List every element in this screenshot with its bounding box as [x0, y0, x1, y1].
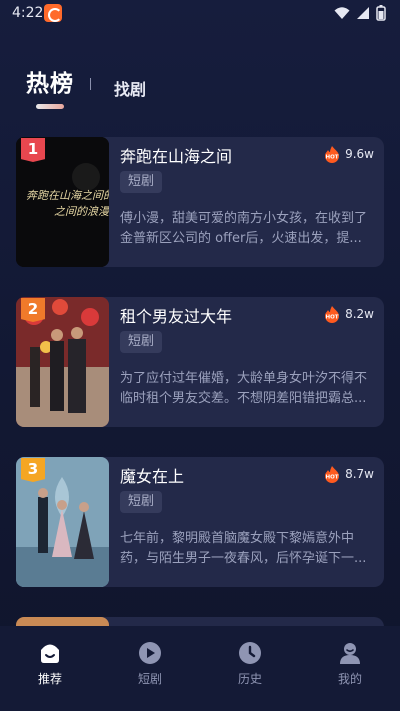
drama-card-1[interactable]: 奔跑在山海之间的浪漫 之间的浪漫 1 奔跑在山海之间 HOT 9.6w 短剧 傅… [16, 137, 384, 267]
status-time: 4:22 [12, 5, 44, 21]
screen: 4:22 热榜 找剧 奔跑在山海之间 之间的浪漫 1 奔跑在山海之间 HOT 9… [0, 0, 400, 711]
svg-text:HOT: HOT [326, 475, 339, 481]
heat-count: 8.2w [345, 307, 374, 321]
tab-active-indicator [36, 104, 64, 109]
genre-tag: 短剧 [120, 331, 163, 353]
rank-badge: 3 [21, 458, 45, 482]
drama-title: 魔女在上 [120, 467, 185, 486]
svg-text:HOT: HOT [326, 315, 339, 321]
nav-label: 我的 [337, 672, 362, 686]
drama-card-2[interactable]: 2 租个男友过大年 HOT 8.2w 短剧 为了应付过年催婚，大龄单身女叶汐不得… [16, 297, 384, 427]
nav-history[interactable]: 历史 [220, 640, 280, 687]
drama-description: 七年前，黎明殿首脑魔女殿下黎嫣意外中药，与陌生男子一夜春风，后怀孕诞下一... [120, 531, 367, 566]
rank-badge: 2 [21, 298, 45, 322]
drama-title: 租个男友过大年 [120, 307, 233, 326]
drama-title: 奔跑在山海之间 [120, 147, 233, 166]
status-icons [334, 5, 386, 21]
heat-indicator: HOT 9.6w [323, 145, 374, 163]
hot-flame-icon: HOT [325, 306, 340, 323]
drama-card-3[interactable]: 3 魔女在上 HOT 8.7w 短剧 七年前，黎明殿首脑魔女殿下黎嫣意外中药，与… [16, 457, 384, 587]
nav-profile[interactable]: 我的 [320, 640, 380, 687]
heat-count: 9.6w [345, 147, 374, 161]
status-bar: 4:22 [0, 0, 400, 28]
heat-indicator: HOT 8.7w [323, 465, 374, 483]
drama-description: 为了应付过年催婚，大龄单身女叶汐不得不临时租个男友交差。不想阴差阳错把霸总... [120, 371, 368, 406]
svg-text:HOT: HOT [326, 155, 339, 161]
clock-icon [239, 642, 261, 664]
nav-label: 短剧 [137, 672, 162, 686]
cover-title-text: 奔跑在山海之间的浪漫 [26, 189, 109, 202]
drama-description: 傅小漫，甜美可爱的南方小女孩，在收到了金普新区公司的 offer后，火速出发，提… [120, 211, 368, 246]
nav-label: 推荐 [37, 672, 62, 686]
genre-tag: 短剧 [120, 491, 163, 513]
nav-recommend[interactable]: 推荐 [20, 640, 80, 687]
svg-text:之间的浪漫: 之间的浪漫 [54, 205, 109, 218]
battery-icon [376, 5, 386, 21]
signal-icon [357, 7, 369, 19]
heat-indicator: HOT 8.2w [323, 305, 374, 323]
wifi-icon [334, 7, 350, 19]
tab-hot[interactable]: 热榜 [26, 64, 74, 98]
hot-flame-icon: HOT [325, 146, 340, 163]
home-icon [41, 644, 59, 663]
rank-badge: 1 [21, 138, 45, 162]
app-notification-icon [44, 4, 62, 22]
profile-icon [340, 643, 360, 664]
genre-tag: 短剧 [120, 171, 163, 193]
heat-count: 8.7w [345, 467, 374, 481]
nav-label: 历史 [237, 672, 262, 686]
tab-divider [90, 78, 91, 90]
play-icon [139, 642, 161, 664]
bottom-nav: 推荐 短剧 历史 我的 [0, 626, 400, 711]
tab-find[interactable]: 找剧 [114, 76, 146, 100]
hot-flame-icon: HOT [325, 466, 340, 483]
nav-shorts[interactable]: 短剧 [120, 640, 180, 687]
